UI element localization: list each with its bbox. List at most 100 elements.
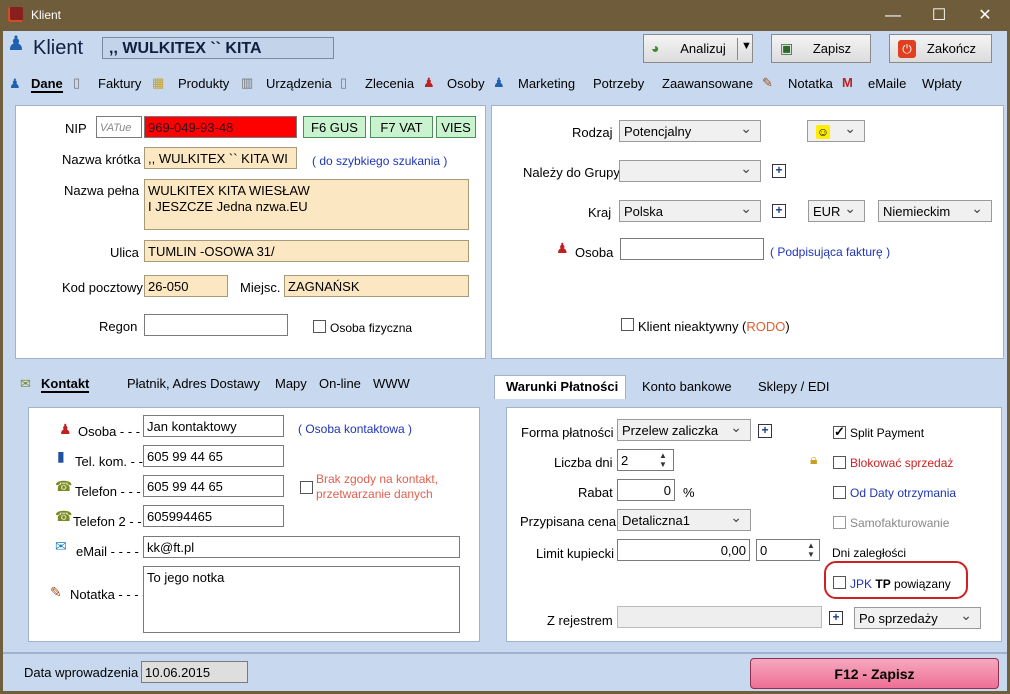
regon-input[interactable] (144, 314, 288, 336)
country-select[interactable]: Polska (619, 200, 761, 222)
currency-select[interactable]: EUR (808, 200, 865, 222)
contact-person-input[interactable]: Jan kontaktowy (143, 415, 284, 437)
after-sale-select[interactable]: Po sprzedaży (854, 607, 981, 629)
title-bar: Klient — ☐ ✕ (0, 0, 1010, 31)
city-input[interactable]: ZAGNAŃSK (284, 275, 469, 297)
lock-icon: 🔒︎ (810, 451, 818, 467)
chevron-down-icon[interactable]: ▼ (741, 40, 752, 52)
no-consent-label: Brak zgody na kontakt, przetwarzanie dan… (316, 472, 438, 502)
email-input[interactable]: kk@ft.pl (143, 536, 460, 558)
tab-warunki[interactable]: Warunki Płatności (506, 379, 618, 394)
from-date-checkbox[interactable] (833, 486, 846, 499)
short-name-input[interactable]: ,, WULKITEX `` KITA WI (144, 147, 297, 169)
tab-zaawansowane[interactable]: Zaawansowane (662, 76, 753, 91)
add-register-button[interactable]: + (829, 611, 843, 625)
vatue-field[interactable]: VATue (96, 116, 142, 138)
tab-notatka[interactable]: Notatka (788, 76, 833, 91)
discount-input[interactable]: 0 (617, 479, 675, 501)
device-icon: ▥ (241, 75, 254, 90)
tab-wplaty[interactable]: Wpłaty (922, 76, 962, 91)
regon-label: Regon (99, 319, 138, 334)
language-select[interactable]: Niemieckim (878, 200, 992, 222)
register-label: Z rejestrem (547, 613, 613, 628)
minimize-button[interactable]: — (870, 0, 916, 31)
group-select[interactable] (619, 160, 761, 182)
window-title: Klient (31, 8, 62, 22)
from-date-label: Od Daty otrzymania (850, 486, 957, 500)
tab-emaile[interactable]: eMaile (868, 76, 906, 91)
vies-button[interactable]: VIES (436, 116, 476, 138)
payment-form-select[interactable]: Przelew zaliczka (617, 419, 751, 441)
inactive-close: ) (785, 319, 790, 334)
register-input[interactable] (617, 606, 822, 628)
days-stepper-arrows[interactable]: ▲ ▼ (659, 451, 672, 469)
full-name-input[interactable]: WULKITEX KITA WIESŁAW I JESZCZE Jedna nz… (144, 179, 469, 230)
mood-select[interactable]: ☺ (807, 120, 865, 142)
credit-limit-input[interactable]: 0,00 (617, 539, 750, 561)
nip-label: NIP (65, 121, 87, 136)
email-icon: ✉ (55, 538, 67, 554)
tab-urzadzenia[interactable]: Urządzenia (266, 76, 332, 91)
price-select[interactable]: Detaliczna1 (617, 509, 751, 531)
maximize-button[interactable]: ☐ (916, 0, 962, 31)
user-icon: ♟ (9, 76, 21, 91)
country-label: Kraj (588, 205, 612, 220)
document-icon: ▯ (340, 75, 348, 90)
self-billing-checkbox[interactable] (833, 516, 846, 529)
analyze-button[interactable]: ◕ Analizuj ▼ (643, 34, 753, 63)
tab-marketing[interactable]: Marketing (518, 76, 575, 91)
finish-button[interactable]: ⏻ Zakończ (889, 34, 992, 63)
block-sales-label: Blokować sprzedaż (850, 456, 954, 470)
tab-faktury[interactable]: Faktury (98, 76, 141, 91)
add-country-button[interactable]: + (772, 204, 786, 218)
no-consent-line1: Brak zgody na kontakt, (316, 472, 439, 486)
credit-limit-label: Limit kupiecki (536, 546, 615, 561)
inactive-checkbox[interactable] (621, 318, 634, 331)
natural-person-checkbox[interactable] (313, 320, 326, 333)
vat-button[interactable]: F7 VAT (370, 116, 433, 138)
overdue-stepper-arrows[interactable]: ▲ ▼ (807, 541, 820, 559)
inactive-label: Klient nieaktywny (RODO) (638, 319, 790, 334)
tab-osoby[interactable]: Osoby (447, 76, 485, 91)
tp-text: TP (875, 577, 891, 591)
gus-button[interactable]: F6 GUS (303, 116, 366, 138)
split-payment-checkbox[interactable] (833, 424, 846, 440)
add-group-button[interactable]: + (772, 164, 786, 178)
signer-input[interactable] (620, 238, 764, 260)
tab-konto[interactable]: Konto bankowe (642, 379, 732, 394)
close-button[interactable]: ✕ (962, 0, 1008, 31)
add-payment-form-button[interactable]: + (758, 424, 772, 438)
phone-icon: ☎ (55, 508, 73, 524)
tab-sklepy[interactable]: Sklepy / EDI (758, 379, 830, 394)
full-name-line2: I JESZCZE Jedna nzwa.EU (148, 199, 308, 214)
jpk-checkbox[interactable] (833, 576, 846, 589)
block-sales-checkbox[interactable] (833, 456, 846, 469)
pencil-icon: ✎ (50, 584, 62, 600)
nip-input[interactable]: 969-049-93-48 (144, 116, 297, 138)
tab-potrzeby[interactable]: Potrzeby (593, 76, 644, 91)
tab-produkty[interactable]: Produkty (178, 76, 229, 91)
jpk-text: JPK (850, 577, 873, 591)
mobile-label: Tel. kom. - - (75, 454, 143, 469)
type-select[interactable]: Potencjalny (619, 120, 761, 142)
phone2-input[interactable]: 605994465 (143, 505, 284, 527)
postal-code-input[interactable]: 26-050 (144, 275, 228, 297)
app-icon (8, 7, 23, 22)
street-input[interactable]: TUMLIN -OSOWA 31/ (144, 240, 469, 262)
contact-person-label: Osoba - - - (78, 424, 141, 439)
power-icon: ⏻ (898, 40, 916, 58)
client-name-field[interactable]: ,, WULKITEX `` KITA (102, 37, 334, 59)
phone-input[interactable]: 605 99 44 65 (143, 475, 284, 497)
street-label: Ulica (110, 245, 139, 260)
mobile-input[interactable]: 605 99 44 65 (143, 445, 284, 467)
save-button[interactable]: ▣ Zapisz (771, 34, 871, 63)
no-consent-checkbox[interactable] (300, 481, 313, 494)
note-textarea[interactable]: To jego notka (143, 566, 460, 633)
tab-zlecenia[interactable]: Zlecenia (365, 76, 414, 91)
tab-dane[interactable]: Dane (31, 76, 63, 93)
group-label: Należy do Grupy (523, 165, 620, 180)
f12-save-button[interactable]: F12 - Zapisz (750, 658, 999, 689)
rodo-link[interactable]: RODO (746, 319, 785, 334)
overdue-label: Dni zaległości (832, 546, 907, 560)
gmail-icon: M (842, 75, 853, 90)
